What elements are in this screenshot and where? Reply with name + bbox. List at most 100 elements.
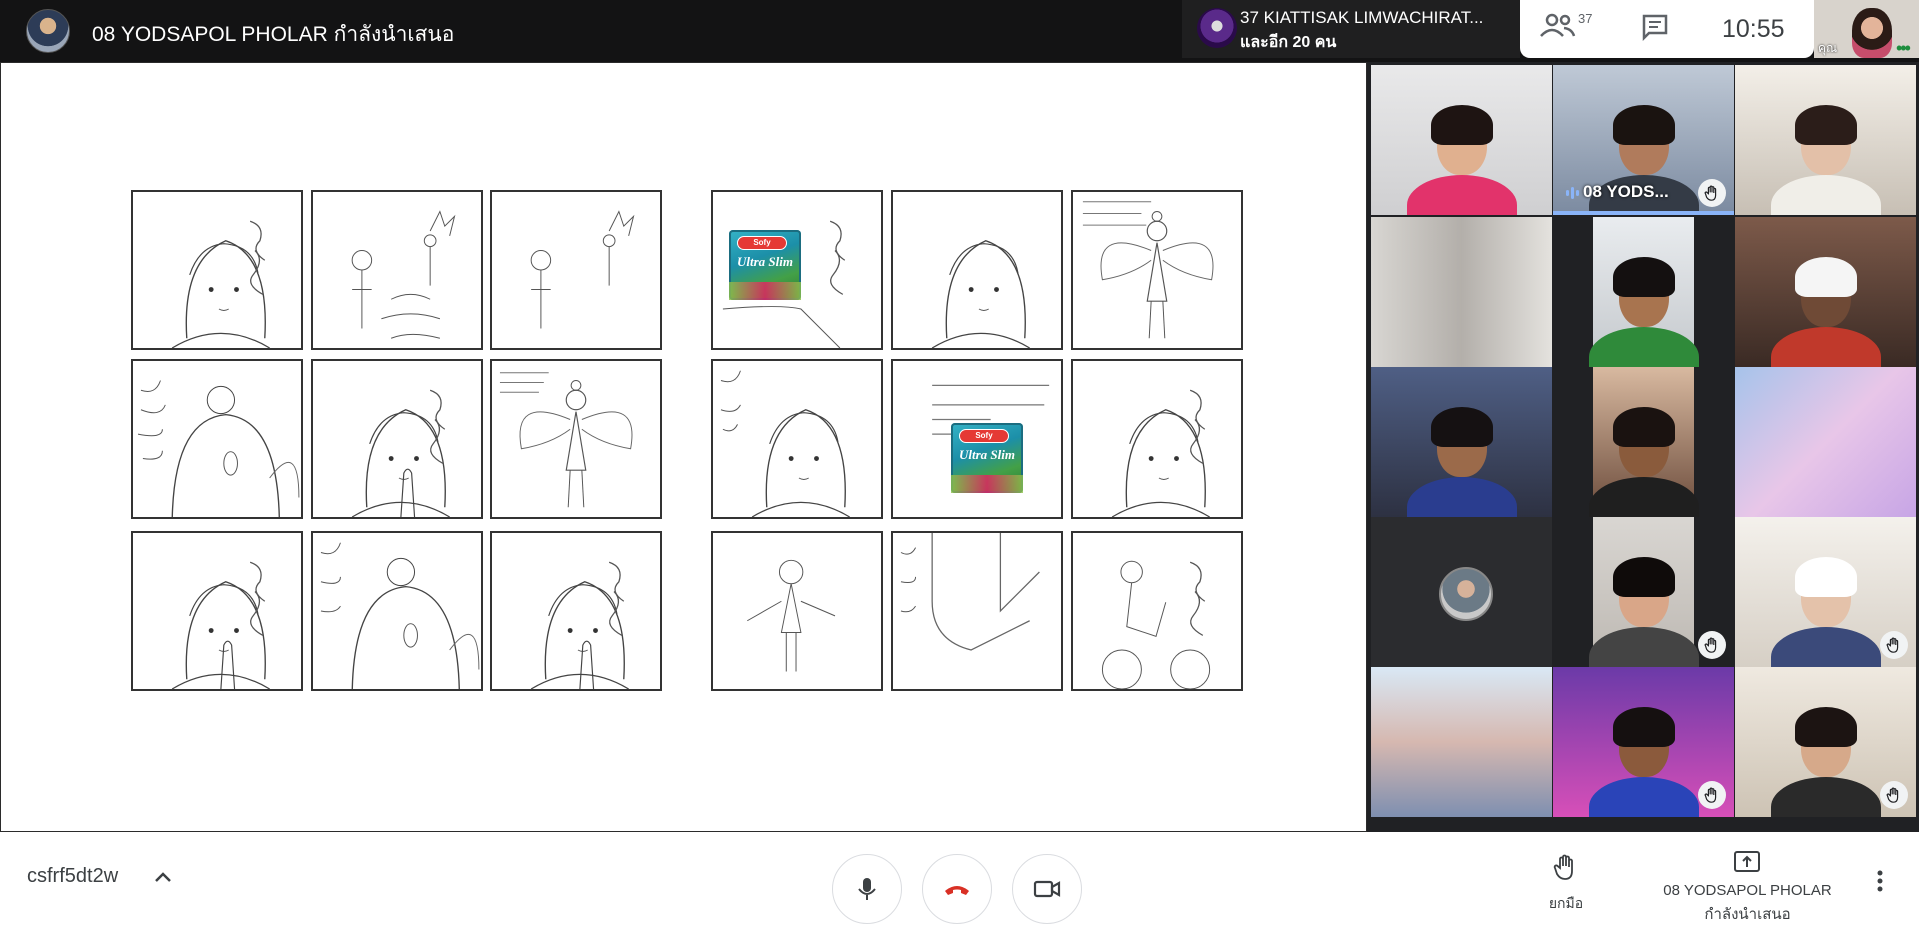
participant-grid: 08 YODS... <box>1370 65 1919 833</box>
presenter-title: 08 YODSAPOL PHOLAR กำลังนำเสนอ <box>92 23 455 46</box>
storyboard-panel <box>131 531 303 691</box>
storyboard-panel: Sofy Ultra Slim <box>711 190 883 350</box>
shared-screen: Sofy Ultra Slim Sofy Ultra Slim <box>0 62 1367 897</box>
sketch-drawing <box>720 370 850 517</box>
people-count: 37 <box>1578 11 1593 26</box>
participant-tile[interactable] <box>1735 217 1916 367</box>
raise-hand-label: ยกมือ <box>1548 895 1584 911</box>
participant-video <box>1770 705 1881 817</box>
sketch-drawing <box>900 533 1040 651</box>
participant-video <box>1588 555 1699 667</box>
top-controls: 37 10:55 <box>1520 0 1814 58</box>
raised-hand-badge <box>1698 631 1726 659</box>
sketch-drawing <box>530 561 629 689</box>
raise-hand-button[interactable] <box>1540 852 1592 887</box>
hand-icon <box>1886 637 1899 653</box>
participant-avatar <box>1439 567 1493 621</box>
more-options-icon[interactable] <box>1873 866 1887 896</box>
participant-tile[interactable] <box>1553 667 1734 817</box>
sketch-drawing <box>747 559 836 672</box>
sketch-drawing <box>320 542 480 689</box>
participant-tile[interactable] <box>1735 667 1916 817</box>
participant-tile[interactable] <box>1371 217 1552 367</box>
participant-tile[interactable] <box>1553 517 1734 667</box>
participant-video <box>1770 255 1881 367</box>
people-icon <box>1540 13 1576 37</box>
presenting-name[interactable]: 08 YODSAPOL PHOLAR <box>1640 882 1855 899</box>
sketch-drawing <box>530 210 635 329</box>
storyboard-panel: Sofy Ultra Slim <box>891 359 1063 519</box>
sketch-drawing <box>1082 201 1214 339</box>
storyboard-panel <box>1071 190 1243 350</box>
storyboard-panel <box>711 531 883 691</box>
participant-tile[interactable] <box>1735 65 1916 215</box>
microphone-icon <box>858 878 876 900</box>
package-text: Ultra Slim <box>959 447 1015 462</box>
participant-video <box>1770 555 1881 667</box>
storyboard-panel <box>1071 359 1243 519</box>
package-text: Ultra Slim <box>737 254 793 269</box>
raised-hand-badge <box>1698 781 1726 809</box>
participant-tile[interactable] <box>1371 65 1552 215</box>
participant-tile[interactable] <box>1371 517 1552 667</box>
participant-tile[interactable] <box>1735 367 1916 517</box>
participant-video <box>1588 705 1699 817</box>
attendee-avatar <box>1197 8 1237 48</box>
hand-icon <box>1704 185 1717 201</box>
participant-tile[interactable] <box>1735 517 1916 667</box>
self-view-tile[interactable]: คุณ ••• <box>1814 0 1919 58</box>
storyboard-panel <box>311 359 483 519</box>
sketch-drawing <box>1101 560 1211 689</box>
hand-icon <box>1704 787 1717 803</box>
meeting-code[interactable]: csfrf5dt2w <box>27 865 118 888</box>
hand-icon <box>1704 637 1717 653</box>
storyboard-panel <box>891 531 1063 691</box>
sketch-drawing <box>499 372 633 508</box>
camera-button[interactable] <box>1012 854 1082 924</box>
sketch-drawing <box>171 220 270 348</box>
attendee-summary[interactable]: 37 KIATTISAK LIMWACHIRAT... และอีก 20 คน <box>1182 0 1520 58</box>
attendee-name: 37 KIATTISAK LIMWACHIRAT... <box>1240 8 1484 27</box>
top-bar: 08 YODSAPOL PHOLAR กำลังนำเสนอ 37 KIATTI… <box>0 0 1919 62</box>
active-speaker-border <box>1553 211 1734 215</box>
microphone-button[interactable] <box>832 854 902 924</box>
presenter-avatar <box>26 9 70 53</box>
meet-window: 08 YODSAPOL PHOLAR กำลังนำเสนอ 37 KIATTI… <box>0 0 1919 931</box>
participant-tile[interactable] <box>1371 367 1552 517</box>
product-package: Sofy Ultra Slim <box>729 230 801 300</box>
bottom-bar: csfrf5dt2w ยกมือ 08 YODSAPOL PHOLAR กำลั… <box>0 832 1919 931</box>
participant-tile[interactable]: 08 YODS... <box>1553 65 1734 215</box>
package-logo: Sofy <box>959 429 1009 443</box>
participant-video <box>1588 255 1699 367</box>
storyboard-panel <box>311 531 483 691</box>
clock: 10:55 <box>1722 15 1785 43</box>
product-package: Sofy Ultra Slim <box>951 423 1023 493</box>
chevron-up-icon[interactable] <box>153 870 173 884</box>
chat-button[interactable] <box>1640 12 1676 46</box>
speaking-indicator-icon <box>1566 187 1579 199</box>
package-band <box>729 282 801 300</box>
hand-icon <box>1553 854 1573 880</box>
attendee-more-count: และอีก 20 คน <box>1240 34 1337 51</box>
participant-video <box>1406 103 1517 215</box>
participant-tile[interactable] <box>1553 367 1734 517</box>
presenting-status: กำลังนำเสนอ <box>1704 906 1791 923</box>
self-video <box>1852 8 1892 58</box>
leave-call-button[interactable] <box>922 854 992 924</box>
storyboard-panel <box>131 190 303 350</box>
sketch-drawing <box>931 240 1030 348</box>
participant-tile[interactable] <box>1553 217 1734 367</box>
hand-icon <box>1886 787 1899 803</box>
storyboard-panel <box>1071 531 1243 691</box>
raised-hand-badge <box>1880 631 1908 659</box>
participant-tile[interactable] <box>1371 667 1552 817</box>
present-screen-icon[interactable] <box>1733 850 1761 876</box>
sketch-drawing <box>171 561 270 689</box>
sketch-drawing <box>351 210 456 339</box>
storyboard-panel <box>891 190 1063 350</box>
self-label: คุณ <box>1818 41 1838 55</box>
storyboard-panel <box>711 359 883 519</box>
chat-icon <box>1642 14 1668 42</box>
storyboard-panel <box>490 531 662 691</box>
self-more-icon[interactable]: ••• <box>1896 38 1911 58</box>
